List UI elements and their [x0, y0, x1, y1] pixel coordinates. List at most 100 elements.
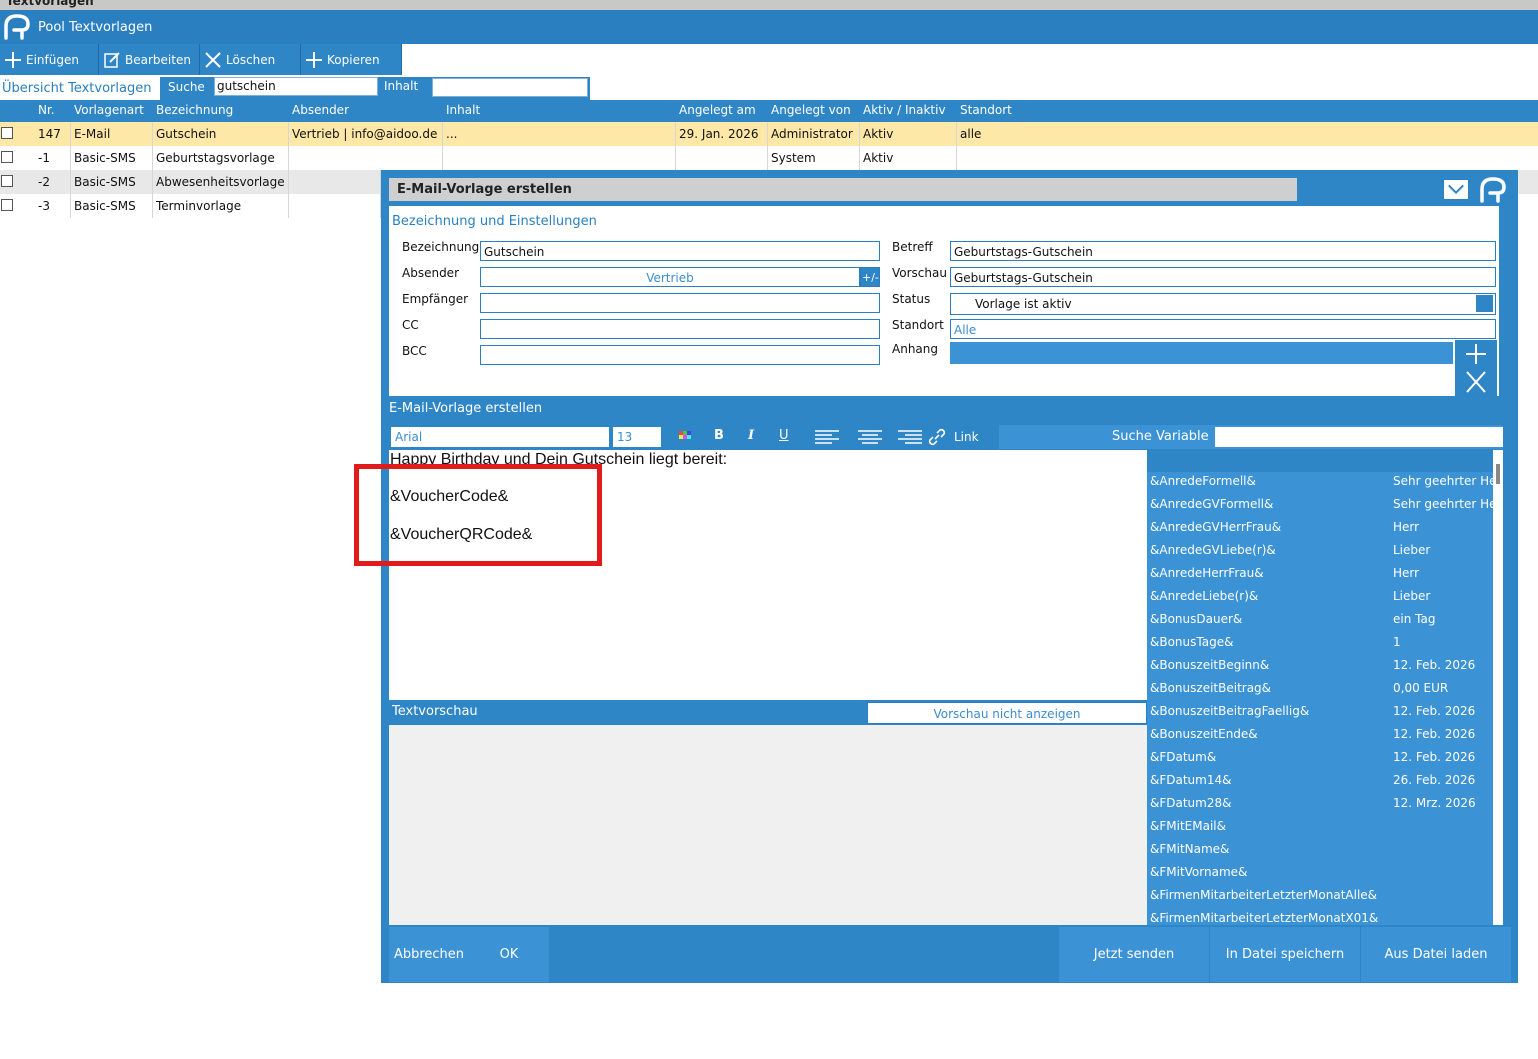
- column-header[interactable]: Absender: [292, 103, 349, 117]
- variable-name[interactable]: &FDatum28&: [1150, 796, 1231, 810]
- variable-value: 12. Feb. 2026: [1393, 658, 1476, 672]
- column-header[interactable]: Angelegt von: [771, 103, 851, 117]
- status-field[interactable]: Vorlage ist aktiv: [950, 293, 1496, 315]
- font-size-select[interactable]: 13: [613, 427, 661, 447]
- variable-name[interactable]: &FMitVorname&: [1150, 865, 1247, 879]
- link-button[interactable]: Link: [954, 430, 979, 444]
- row-checkbox[interactable]: [1, 175, 13, 187]
- email-template-dialog: E-Mail-Vorlage erstellen Bezeichnung und…: [354, 170, 1518, 983]
- column-header[interactable]: Angelegt am: [679, 103, 756, 117]
- row-checkbox[interactable]: [1, 199, 13, 211]
- recipient-field[interactable]: [480, 293, 880, 313]
- ok-button[interactable]: OK: [469, 927, 549, 982]
- bold-button[interactable]: B: [714, 428, 724, 443]
- column-header[interactable]: Standort: [960, 103, 1012, 117]
- cell-sender: [289, 170, 381, 194]
- cell-nr: -3: [35, 194, 71, 218]
- column-header[interactable]: Nr.: [38, 103, 55, 117]
- save-to-file-button[interactable]: In Datei speichern: [1210, 927, 1360, 982]
- align-left-icon[interactable]: [814, 429, 840, 445]
- app-title: Pool Textvorlagen: [38, 20, 153, 35]
- load-from-file-button[interactable]: Aus Datei laden: [1361, 927, 1511, 982]
- variable-name[interactable]: &FDatum&: [1150, 750, 1216, 764]
- add-attachment-button[interactable]: [1455, 340, 1497, 368]
- variable-name[interactable]: &BonuszeitBeginn&: [1150, 658, 1269, 672]
- window-title: Textvorlagen: [6, 0, 94, 8]
- location-field[interactable]: Alle: [950, 319, 1496, 339]
- scrollbar-thumb[interactable]: [1496, 464, 1500, 484]
- table-row[interactable]: 147 E-Mail Gutschein Vertrieb | info@aid…: [0, 122, 1538, 146]
- subject-field[interactable]: Geburtstags-Gutschein: [950, 241, 1496, 261]
- send-now-button[interactable]: Jetzt senden: [1059, 927, 1209, 982]
- variable-name[interactable]: &BonuszeitEnde&: [1150, 727, 1258, 741]
- cancel-button[interactable]: Abbrechen: [389, 927, 469, 982]
- variable-name[interactable]: &BonuszeitBeitragFaellig&: [1150, 704, 1309, 718]
- variable-name[interactable]: &FMitName&: [1150, 842, 1229, 856]
- edit-button[interactable]: Bearbeiten: [99, 44, 200, 75]
- delete-button-label: Löschen: [226, 52, 276, 67]
- variable-list[interactable]: &AnredeFormell& Sehr geehrter He &AnredeGV…: [1147, 450, 1493, 925]
- variable-name[interactable]: &FMitEMail&: [1150, 819, 1226, 833]
- remove-attachment-button[interactable]: [1455, 368, 1497, 396]
- variable-name[interactable]: &BonusDauer&: [1150, 612, 1242, 626]
- variable-name[interactable]: &FDatum14&: [1150, 773, 1231, 787]
- sender-label: Absender: [402, 266, 459, 280]
- cell-sender: [289, 194, 381, 218]
- name-field[interactable]: Gutschein: [480, 241, 880, 261]
- cell-type: Basic-SMS: [71, 170, 153, 194]
- variable-value: 26. Feb. 2026: [1393, 773, 1476, 787]
- table-row[interactable]: -1 Basic-SMS Geburtstagsvorlage System A…: [0, 146, 1538, 170]
- cc-field[interactable]: [480, 319, 880, 339]
- collapse-button[interactable]: [1443, 179, 1469, 200]
- preview-field[interactable]: Geburtstags-Gutschein: [950, 267, 1496, 287]
- copy-button[interactable]: Kopieren: [301, 44, 402, 75]
- template-editor[interactable]: Happy Birthday und Dein Gutschein liegt …: [354, 450, 1147, 700]
- cell-type: Basic-SMS: [71, 194, 153, 218]
- sender-toggle-button[interactable]: +/-: [860, 267, 880, 287]
- search-variable-label: Suche Variable: [1112, 429, 1209, 444]
- subject-label: Betreff: [892, 240, 933, 254]
- column-header[interactable]: Vorlagenart: [74, 103, 144, 117]
- variable-name[interactable]: &AnredeGVHerrFrau&: [1150, 520, 1281, 534]
- cell-name: Abwesenheitsvorlage: [153, 170, 289, 194]
- bcc-field[interactable]: [480, 345, 880, 365]
- row-checkbox[interactable]: [1, 127, 13, 139]
- row-checkbox[interactable]: [1, 151, 13, 163]
- close-icon: [1466, 371, 1486, 393]
- toggle-preview-button[interactable]: Vorschau nicht anzeigen: [867, 702, 1147, 724]
- variable-name[interactable]: &FirmenMitarbeiterLetzterMonatX01&: [1150, 911, 1378, 925]
- plus-icon: [1466, 344, 1486, 364]
- variable-list-scrollbar[interactable]: [1493, 450, 1503, 925]
- sender-field[interactable]: Vertrieb: [480, 267, 860, 287]
- status-checkbox[interactable]: [1476, 295, 1493, 312]
- delete-button[interactable]: Löschen: [200, 44, 301, 75]
- link-icon[interactable]: [927, 427, 947, 447]
- color-palette-icon[interactable]: [679, 431, 691, 443]
- variable-name[interactable]: &AnredeLiebe(r)&: [1150, 589, 1258, 603]
- variable-name[interactable]: &AnredeHerrFrau&: [1150, 566, 1264, 580]
- variable-name[interactable]: &BonuszeitBeitrag&: [1150, 681, 1271, 695]
- insert-button[interactable]: Einfügen: [0, 44, 99, 75]
- variable-name[interactable]: &AnredeFormell&: [1150, 474, 1256, 488]
- align-center-icon[interactable]: [857, 429, 883, 445]
- cell-created-at: 29. Jan. 2026: [676, 122, 768, 146]
- app-header: Pool Textvorlagen: [0, 10, 1538, 44]
- variable-name[interactable]: &AnredeGVLiebe(r)&: [1150, 543, 1276, 557]
- variable-name[interactable]: &FirmenMitarbeiterLetzterMonatAlle&: [1150, 888, 1377, 902]
- content-filter-input[interactable]: [432, 78, 588, 97]
- search-variable-input[interactable]: [1215, 427, 1503, 447]
- underline-button[interactable]: U: [779, 428, 789, 443]
- cell-nr: -1: [35, 146, 71, 170]
- cell-location: alle: [960, 127, 982, 141]
- variable-value: 0,00 EUR: [1393, 681, 1449, 695]
- search-input[interactable]: gutschein: [214, 77, 378, 96]
- variable-name[interactable]: &BonusTage&: [1150, 635, 1233, 649]
- align-right-icon[interactable]: [897, 429, 923, 445]
- column-header[interactable]: Bezeichnung: [156, 103, 233, 117]
- font-select[interactable]: Arial: [391, 427, 609, 447]
- variable-name[interactable]: &AnredeGVFormell&: [1150, 497, 1273, 511]
- column-header[interactable]: Inhalt: [446, 103, 480, 117]
- column-header[interactable]: Aktiv / Inaktiv: [863, 103, 946, 117]
- italic-button[interactable]: I: [748, 428, 754, 443]
- attachment-list[interactable]: [950, 342, 1453, 364]
